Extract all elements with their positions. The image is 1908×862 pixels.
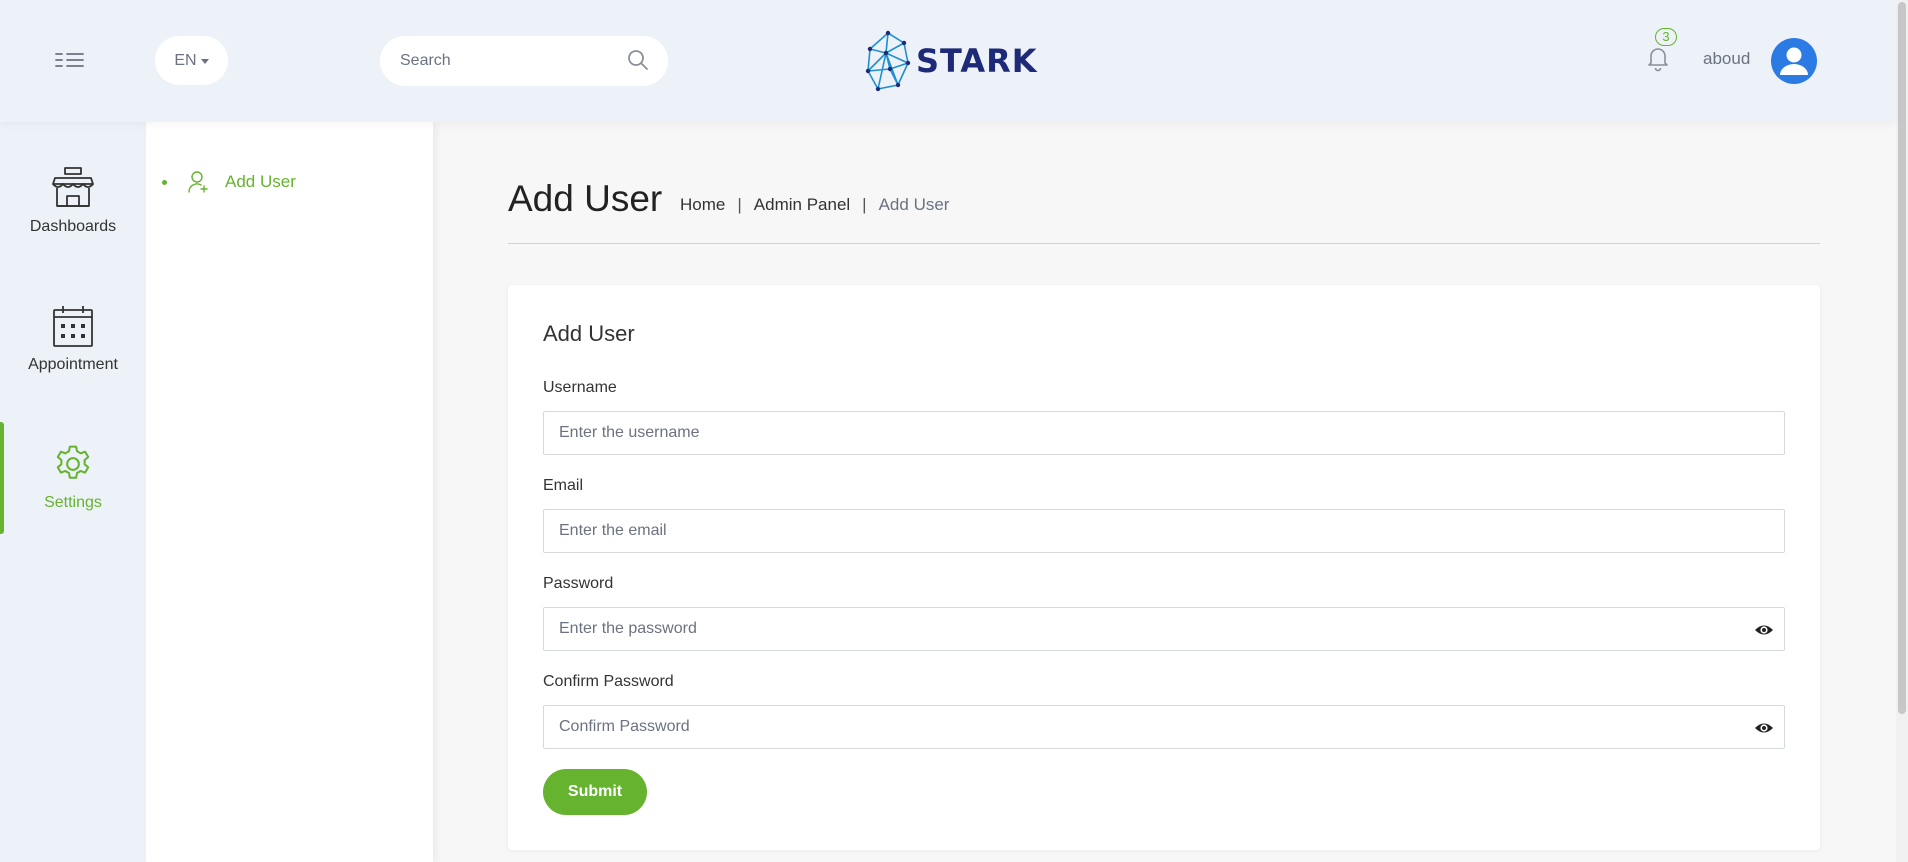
show-password-eye-icon[interactable] bbox=[1754, 620, 1774, 640]
password-field-wrap bbox=[543, 607, 1785, 651]
caret-down-icon bbox=[200, 58, 209, 64]
confirm-password-label: Confirm Password bbox=[543, 673, 674, 690]
breadcrumb: Home | Admin Panel | Add User bbox=[680, 195, 949, 215]
shop-icon bbox=[52, 167, 94, 207]
username-input[interactable] bbox=[544, 412, 1784, 454]
bullet-dot bbox=[162, 179, 167, 185]
confirm-password-field-wrap bbox=[543, 705, 1785, 749]
page-scrollbar[interactable] bbox=[1896, 0, 1908, 862]
breadcrumb-admin-panel[interactable]: Admin Panel bbox=[754, 195, 850, 215]
email-field-wrap bbox=[543, 509, 1785, 553]
search-input[interactable] bbox=[400, 36, 620, 86]
user-avatar[interactable] bbox=[1771, 38, 1817, 84]
password-label: Password bbox=[543, 575, 614, 592]
password-input[interactable] bbox=[544, 608, 1784, 650]
add-user-card: Add User Username Email Password Confirm… bbox=[508, 285, 1820, 850]
page-title: Add User bbox=[508, 178, 663, 219]
gear-icon bbox=[56, 445, 90, 479]
rail-item-dashboards[interactable]: Dashboards bbox=[0, 166, 146, 278]
language-label: EN bbox=[174, 51, 197, 69]
rail-item-appointment[interactable]: Appointment bbox=[0, 304, 146, 416]
notification-badge: 3 bbox=[1655, 28, 1677, 46]
rail-label-appointment: Appointment bbox=[28, 356, 118, 373]
user-name[interactable]: aboud bbox=[1703, 49, 1750, 69]
breadcrumb-separator: | bbox=[737, 195, 742, 214]
email-label: Email bbox=[543, 477, 584, 494]
breadcrumb-separator: | bbox=[862, 195, 867, 214]
user-icon bbox=[1780, 47, 1808, 75]
top-header: EN STARK bbox=[0, 0, 1896, 122]
menu-toggle-icon[interactable] bbox=[52, 46, 88, 74]
breadcrumb-home[interactable]: Home bbox=[680, 195, 725, 215]
rail-item-settings[interactable]: Settings bbox=[0, 422, 146, 534]
language-dropdown[interactable]: EN bbox=[155, 36, 228, 85]
card-title: Add User bbox=[543, 321, 635, 346]
title-divider bbox=[508, 243, 1820, 244]
submenu-item-add-user[interactable]: Add User bbox=[162, 166, 296, 198]
submit-button[interactable]: Submit bbox=[543, 769, 647, 815]
notification-bell-icon[interactable] bbox=[1645, 44, 1671, 72]
brand-logo[interactable]: STARK bbox=[864, 28, 1038, 94]
logo-mark-icon bbox=[865, 30, 911, 92]
add-user-icon bbox=[188, 171, 208, 193]
settings-submenu: Add User bbox=[146, 122, 433, 862]
calendar-icon bbox=[53, 306, 93, 347]
scrollbar-thumb[interactable] bbox=[1898, 2, 1906, 714]
breadcrumb-current: Add User bbox=[878, 195, 950, 214]
search-box bbox=[380, 36, 668, 86]
confirm-password-input[interactable] bbox=[544, 706, 1784, 748]
search-icon[interactable] bbox=[626, 48, 650, 72]
show-confirm-password-eye-icon[interactable] bbox=[1754, 718, 1774, 738]
submenu-label-add-user: Add User bbox=[225, 172, 296, 191]
left-rail: Dashboards Appointment Settings bbox=[0, 122, 146, 862]
rail-label-dashboards: Dashboards bbox=[29, 218, 117, 235]
username-label: Username bbox=[543, 379, 617, 396]
brand-name: STARK bbox=[916, 42, 1038, 80]
email-input[interactable] bbox=[544, 510, 1784, 552]
username-field-wrap bbox=[543, 411, 1785, 455]
rail-label-settings: Settings bbox=[44, 494, 102, 511]
